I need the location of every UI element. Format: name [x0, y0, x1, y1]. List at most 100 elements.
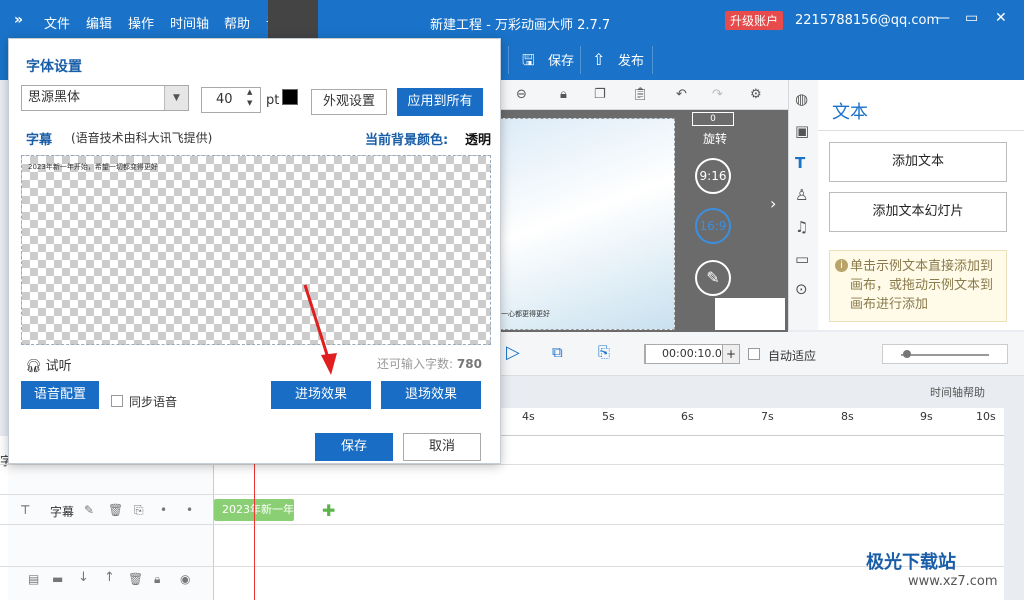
- visibility-icon[interactable]: ◉: [180, 572, 190, 586]
- listen-label: 试听: [45, 359, 72, 374]
- menu-edit[interactable]: 编辑: [86, 13, 112, 32]
- annotation-arrow: [303, 284, 337, 375]
- rotate-input[interactable]: 0: [692, 112, 734, 126]
- dialog-title: 字体设置: [26, 59, 82, 75]
- text-tool-icon[interactable]: T: [795, 154, 805, 172]
- listen-button[interactable]: 🎧︎ 试听: [25, 355, 72, 374]
- save-icon: 🖫: [522, 51, 535, 69]
- shapes-icon[interactable]: ◍: [795, 90, 808, 108]
- folder-icon[interactable]: ▬: [52, 572, 63, 586]
- timeline-ruler[interactable]: 4s 5s 6s 7s 8s 9s 10s: [500, 408, 1004, 436]
- auto-fit-checkbox[interactable]: [748, 348, 760, 360]
- redo-icon[interactable]: ↷: [712, 87, 723, 102]
- voice-config-button[interactable]: 语音配置: [21, 381, 99, 409]
- image-icon[interactable]: ▣: [795, 122, 809, 140]
- enter-effect-button[interactable]: 进场效果: [271, 381, 371, 409]
- dot-icon[interactable]: •: [186, 503, 193, 517]
- image-layer-icon[interactable]: ▤: [28, 572, 39, 586]
- apply-all-button[interactable]: 应用到所有: [397, 88, 483, 116]
- toolbar-divider: [580, 46, 581, 74]
- menu-file[interactable]: 文件: [44, 13, 70, 32]
- playback-bar: ▷ ⧉ ⎘ − 00:00:10.0 + 自动适应 时间轴帮助: [500, 332, 1024, 399]
- more-icon[interactable]: ⊙: [795, 280, 808, 298]
- slide-caption: 一心都更得更好: [501, 310, 550, 318]
- trash-icon[interactable]: 🗑︎: [128, 572, 143, 586]
- sync-voice-checkbox[interactable]: [111, 395, 123, 407]
- publish-button[interactable]: 发布: [618, 50, 644, 69]
- row-divider: [0, 524, 1004, 525]
- ratio-16-9-button[interactable]: 16:9: [695, 208, 731, 244]
- lock-icon[interactable]: 🔒︎: [154, 572, 160, 587]
- preview-icon[interactable]: ⧉: [552, 343, 563, 361]
- canvas-toolbar: ⊖ 🔒︎ ❐ 📋︎ ↶ ↷ ⚙: [500, 80, 788, 110]
- remaining-value: 780: [456, 357, 482, 371]
- minimize-icon[interactable]: —: [936, 10, 950, 26]
- duplicate-icon[interactable]: ⎘: [134, 503, 144, 518]
- appearance-button[interactable]: 外观设置: [311, 89, 387, 115]
- subtitle-note: (语音技术由科大讯飞提供): [71, 131, 213, 145]
- ratio-9-16-button[interactable]: 9:16: [695, 158, 731, 194]
- add-text-slides-button[interactable]: 添加文本幻灯片: [829, 192, 1007, 232]
- character-icon[interactable]: ♙: [795, 186, 808, 204]
- font-size-spinner[interactable]: ▲ ▼: [247, 87, 252, 109]
- subtitle-track-label: 字幕: [50, 505, 75, 519]
- slide-canvas[interactable]: 一心都更得更好: [500, 118, 675, 330]
- menu-operate[interactable]: 操作: [128, 13, 154, 32]
- save-button[interactable]: 保存: [315, 433, 393, 461]
- subtitle-heading: 字幕: [26, 133, 53, 148]
- move-down-icon[interactable]: ↓: [78, 570, 89, 585]
- tick-label: 6s: [681, 410, 694, 423]
- move-up-icon[interactable]: ↑: [104, 570, 115, 585]
- watermark-url: www.xz7.com: [908, 574, 998, 589]
- maximize-icon[interactable]: ▭: [965, 10, 978, 26]
- paste-icon[interactable]: 📋︎: [632, 87, 649, 102]
- subtitle-track-icon: ⊤: [20, 503, 31, 517]
- dot-icon[interactable]: •: [160, 503, 167, 517]
- time-plus-button[interactable]: +: [722, 344, 740, 364]
- menu-help[interactable]: 帮助: [224, 13, 250, 32]
- edit-pen-icon[interactable]: ✎: [695, 260, 731, 296]
- canvas-stage[interactable]: 一心都更得更好 0 旋转 9:16 16:9 ✎ ›: [500, 110, 788, 332]
- save-button[interactable]: 保存: [548, 50, 574, 69]
- comment-icon[interactable]: ▭: [795, 250, 809, 268]
- chevron-right-icon[interactable]: ›: [770, 194, 776, 213]
- timeline-help-link[interactable]: 时间轴帮助: [930, 384, 985, 400]
- toolbar-divider: [508, 46, 509, 74]
- font-family-select[interactable]: 思源黑体 ▼: [21, 85, 189, 111]
- slider-track: [901, 354, 989, 356]
- edit-icon[interactable]: ✎: [84, 503, 94, 517]
- chevron-down-icon[interactable]: ▼: [164, 86, 188, 110]
- title-bar: » 文件 编辑 操作 时间轴 帮助 设置 新建工程 - 万彩动画大师 2.7.7…: [0, 0, 1024, 40]
- cancel-button[interactable]: 取消: [403, 433, 481, 461]
- subtitle-preview-area[interactable]: 2023年新一年开始，希望一切都变得更好: [21, 155, 491, 345]
- slider-thumb[interactable]: [903, 350, 911, 358]
- add-text-button[interactable]: 添加文本: [829, 142, 1007, 182]
- settings-icon[interactable]: ⚙: [750, 87, 762, 102]
- add-keyframe-icon[interactable]: ✚: [322, 501, 335, 520]
- zoom-slider[interactable]: [882, 344, 1008, 364]
- zoom-out-icon[interactable]: ⊖: [516, 87, 527, 102]
- bg-color-value: 透明: [465, 133, 492, 148]
- row-divider: [0, 464, 1004, 465]
- remaining-label: 还可输入字数:: [377, 357, 454, 371]
- remaining-chars: 还可输入字数: 780: [377, 355, 482, 372]
- menu-timeline[interactable]: 时间轴: [170, 13, 209, 32]
- undo-icon[interactable]: ↶: [676, 87, 687, 102]
- info-icon: i: [835, 259, 848, 272]
- hint-text: 单击示例文本直接添加到画布，或拖动示例文本到画布进行添加: [850, 259, 994, 312]
- delete-icon[interactable]: 🗑︎: [108, 503, 123, 517]
- play-icon[interactable]: ▷: [506, 342, 520, 363]
- lock-icon[interactable]: 🔒︎: [560, 87, 567, 102]
- upgrade-button[interactable]: 升级账户: [725, 11, 784, 30]
- tick-label: 10s: [976, 410, 996, 423]
- account-label[interactable]: 2215788156@qq.com: [795, 13, 939, 28]
- exit-effect-button[interactable]: 退场效果: [381, 381, 481, 409]
- copy-icon[interactable]: ❐: [594, 87, 606, 102]
- mini-preview: [715, 298, 785, 330]
- font-color-swatch[interactable]: [282, 89, 298, 105]
- panel-title: 文本: [832, 102, 868, 123]
- close-icon[interactable]: ✕: [995, 10, 1007, 26]
- export-frame-icon[interactable]: ⎘: [598, 343, 610, 361]
- music-icon[interactable]: ♫: [795, 218, 808, 236]
- sync-voice-label: 同步语音: [129, 395, 178, 409]
